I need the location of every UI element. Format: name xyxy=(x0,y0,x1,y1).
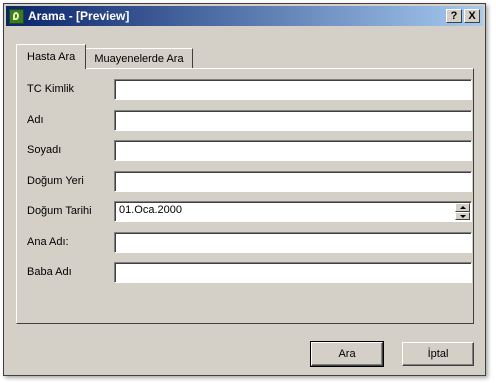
close-button[interactable]: X xyxy=(464,9,480,23)
adi-field[interactable] xyxy=(114,110,472,131)
spin-down-icon[interactable] xyxy=(455,211,470,220)
spin-up-icon[interactable] xyxy=(455,203,470,212)
dogum-tarihi-picker[interactable]: 01.Oca.2000 xyxy=(114,201,472,222)
tc-kimlik-label: TC Kimlik xyxy=(27,83,75,95)
ana-adi-field[interactable] xyxy=(114,232,472,253)
dogum-tarihi-label: Doğum Tarihi xyxy=(27,205,92,217)
baba-adi-label: Baba Adı xyxy=(27,266,72,278)
titlebar-buttons: ? X xyxy=(446,9,480,23)
dogum-yeri-field[interactable] xyxy=(114,171,472,192)
soyadi-field[interactable] xyxy=(114,140,472,161)
dogum-yeri-label: Doğum Yeri xyxy=(27,175,84,187)
ana-adi-label: Ana Adı: xyxy=(27,236,69,248)
app-icon xyxy=(9,8,24,24)
title-bar[interactable]: Arama - [Preview] ? X xyxy=(6,6,483,26)
tab-hasta-ara[interactable]: Hasta Ara xyxy=(16,44,87,69)
tab-strip: Hasta Ara Muayenelerde Ara xyxy=(16,44,193,69)
search-dialog: Arama - [Preview] ? X Hasta Ara Muayenel… xyxy=(3,3,486,376)
soyadi-label: Soyadı xyxy=(27,144,62,156)
dogum-tarihi-value: 01.Oca.2000 xyxy=(119,204,182,216)
tab-muayenelerde-ara[interactable]: Muayenelerde Ara xyxy=(85,48,193,69)
tab-panel-hasta-ara xyxy=(16,68,474,324)
iptal-button[interactable]: İptal xyxy=(402,342,474,366)
baba-adi-field[interactable] xyxy=(114,262,472,283)
spin-icon[interactable] xyxy=(455,203,470,220)
help-button[interactable]: ? xyxy=(446,9,462,23)
ara-button[interactable]: Ara xyxy=(310,341,384,367)
tc-kimlik-field[interactable] xyxy=(114,79,472,100)
window-title: Arama - [Preview] xyxy=(28,9,130,23)
adi-label: Adı xyxy=(27,114,44,126)
